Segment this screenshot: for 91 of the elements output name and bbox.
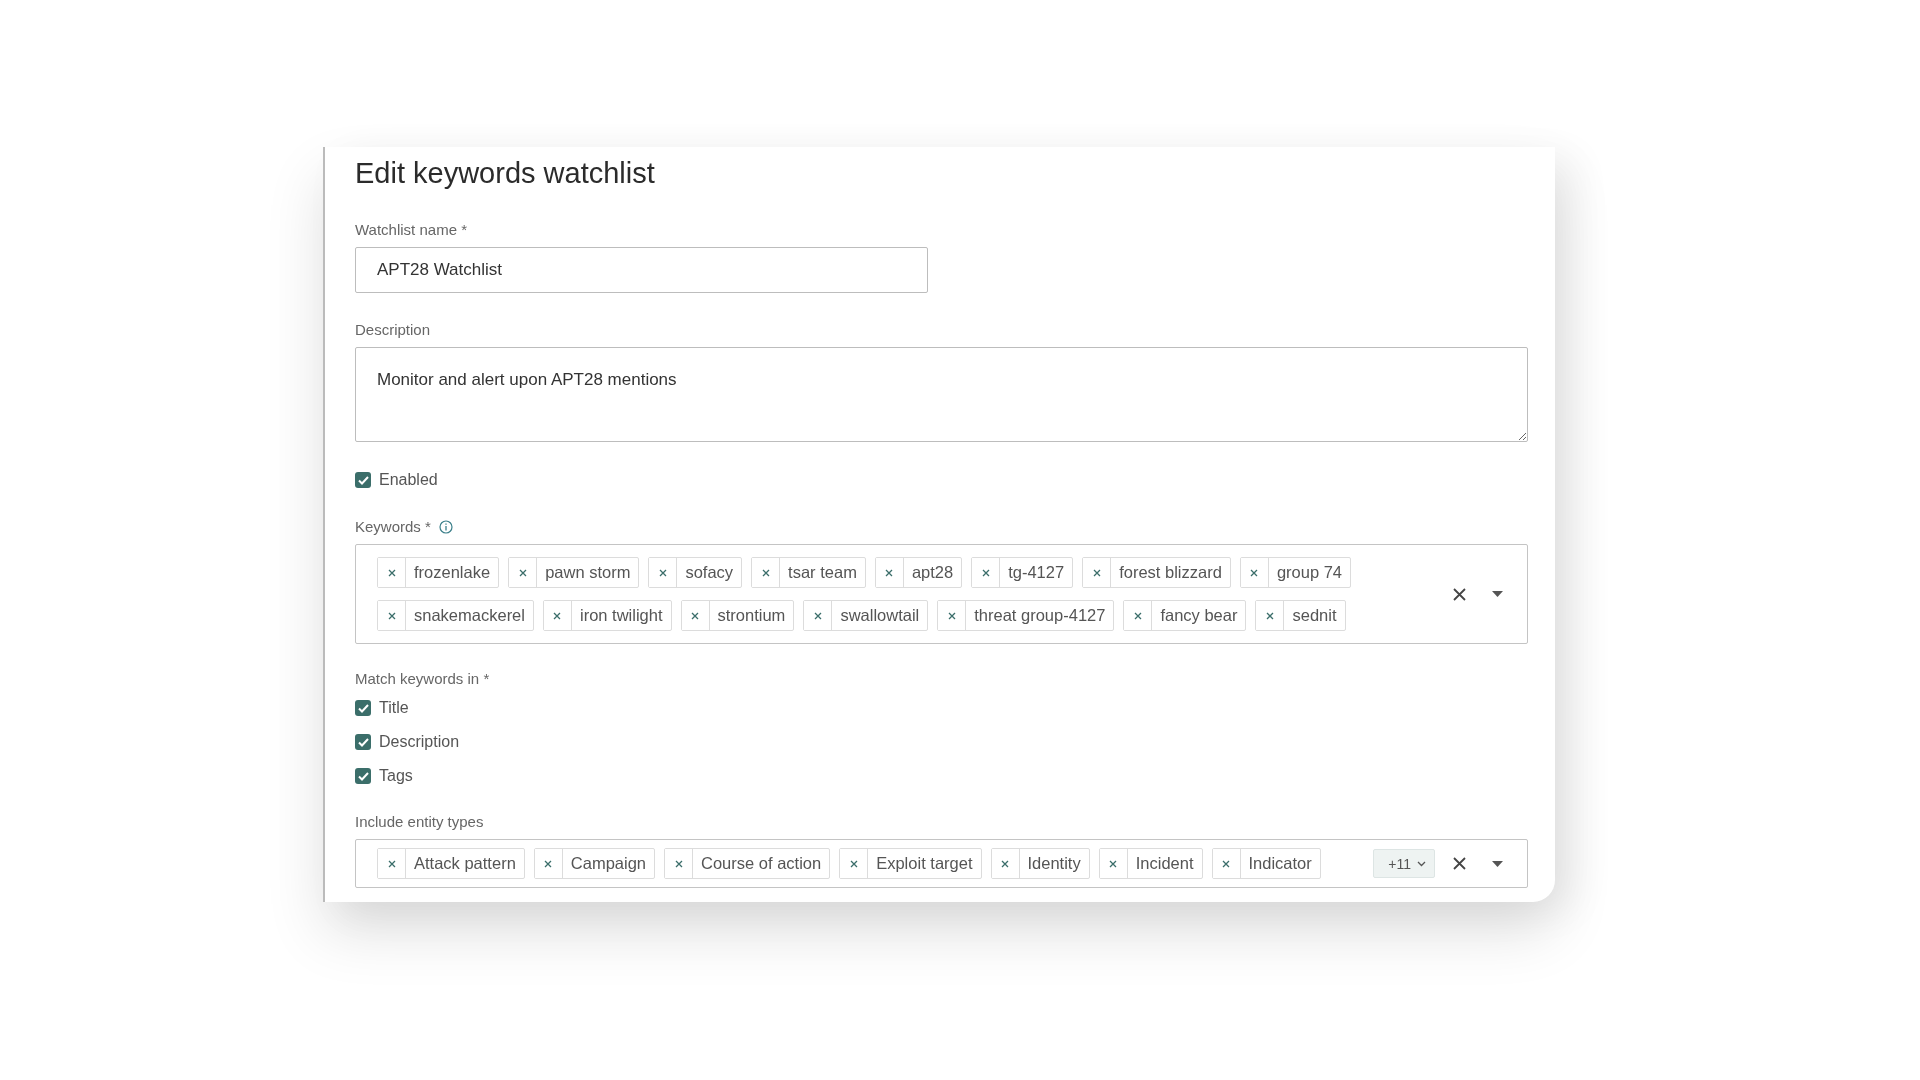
remove-tag-button[interactable] [752, 558, 781, 587]
close-icon [981, 568, 990, 577]
tag-chip: Identity [990, 848, 1090, 879]
close-icon [1250, 568, 1259, 577]
remove-tag-button[interactable] [804, 601, 833, 630]
remove-tag-button[interactable] [378, 601, 406, 630]
close-icon [761, 568, 770, 577]
close-icon [1133, 611, 1142, 620]
clear-icon [1453, 587, 1466, 601]
tag-chip: Exploit target [839, 848, 982, 879]
field-label: Include entity types [355, 813, 484, 830]
close-icon [553, 611, 562, 620]
tag-chip: fancy bear [1123, 600, 1247, 631]
remove-tag-button[interactable] [938, 601, 967, 630]
checkbox[interactable] [355, 700, 371, 716]
tag-chip: sofacy [648, 557, 743, 588]
close-icon [691, 611, 699, 620]
close-icon [658, 568, 667, 577]
remove-tag-button[interactable] [991, 849, 1020, 878]
tag-chip: Attack pattern [377, 848, 525, 879]
checkbox-label: Enabled [379, 471, 438, 489]
dropdown-caret-icon [1492, 591, 1503, 597]
more-tags-button[interactable]: +11 [1373, 849, 1435, 878]
description-textarea[interactable]: Monitor and alert upon APT28 mentions [355, 347, 1528, 442]
name-input[interactable]: APT28 Watchlist [355, 247, 928, 293]
entity-types-select[interactable]: Attack pattern Campaign Course of action Exploit target Identity Incident Indicator +11 [355, 839, 1528, 888]
tag-chip: tg-4127 [971, 557, 1074, 588]
close-icon [1001, 859, 1009, 868]
remove-tag-button[interactable] [1099, 849, 1128, 878]
checkbox-label: Title [379, 699, 409, 717]
checkbox[interactable] [355, 472, 371, 488]
clear-icon [1453, 857, 1466, 870]
remove-tag-button[interactable] [649, 558, 678, 587]
remove-tag-button[interactable] [875, 558, 904, 587]
field-label: Description [355, 321, 431, 338]
close-icon [387, 568, 396, 577]
tag-chip: swallowtail [803, 600, 929, 631]
close-icon [387, 859, 396, 868]
remove-tag-button[interactable] [378, 558, 406, 587]
remove-tag-button[interactable] [972, 558, 1001, 587]
keywords-select[interactable]: frozenlake pawn storm sofacy tsar team apt28 tg-4127 forest blizzard group 74 snakemackerel iron twilight strontium swallowtail threat group-4127 fancy bear sednit [355, 544, 1528, 644]
field-label: Watchlist name * [355, 221, 467, 238]
tag-chip: apt28 [874, 557, 963, 588]
remove-tag-button[interactable] [534, 849, 563, 878]
checkbox-label: Description [379, 733, 460, 751]
remove-tag-button[interactable] [378, 849, 406, 878]
close-icon [387, 611, 396, 620]
tag-chip: iron twilight [542, 600, 672, 631]
close-icon [1222, 859, 1230, 868]
checkbox-label: Tags [379, 767, 413, 785]
remove-tag-button[interactable] [840, 849, 869, 878]
chevron-down-icon [1417, 860, 1426, 867]
close-icon [813, 611, 822, 620]
tag-chip: sednit [1255, 600, 1346, 631]
field-label: Keywords * [355, 518, 431, 535]
close-icon [674, 859, 683, 868]
close-icon [518, 568, 527, 577]
remove-tag-button[interactable] [665, 849, 694, 878]
remove-tag-button[interactable] [509, 558, 538, 587]
tag-chip: snakemackerel [377, 600, 534, 631]
dropdown-caret-icon [1492, 860, 1503, 867]
close-icon [1109, 859, 1118, 868]
tag-chip: Indicator [1211, 848, 1321, 879]
tag-chip: group 74 [1239, 557, 1351, 588]
remove-tag-button[interactable] [1083, 558, 1112, 587]
remove-tag-button[interactable] [681, 601, 710, 630]
field-label: Match keywords in * [355, 670, 490, 687]
close-icon [947, 611, 956, 620]
info-icon[interactable] [438, 519, 453, 534]
close-icon [885, 568, 894, 577]
tag-chip: Course of action [664, 848, 831, 879]
tag-chip: Incident [1098, 848, 1203, 879]
close-icon [1092, 568, 1101, 577]
close-icon [1265, 611, 1274, 620]
tag-chip: tsar team [751, 557, 866, 588]
remove-tag-button[interactable] [1212, 849, 1241, 878]
remove-tag-button[interactable] [1256, 601, 1285, 630]
remove-tag-button[interactable] [1240, 558, 1269, 587]
tag-chip: Campaign [533, 848, 656, 879]
tag-chip: frozenlake [377, 557, 500, 588]
remove-tag-button[interactable] [543, 601, 572, 630]
tag-chip: strontium [680, 600, 795, 631]
checkbox[interactable] [355, 734, 371, 750]
tag-chip: forest blizzard [1082, 557, 1231, 588]
tag-chip: pawn storm [508, 557, 640, 588]
tag-chip: threat group-4127 [937, 600, 1115, 631]
checkbox[interactable] [355, 768, 371, 784]
close-icon [544, 859, 553, 868]
remove-tag-button[interactable] [1124, 601, 1153, 630]
dialog-title: Edit keywords watchlist [355, 156, 656, 191]
close-icon [849, 859, 858, 868]
